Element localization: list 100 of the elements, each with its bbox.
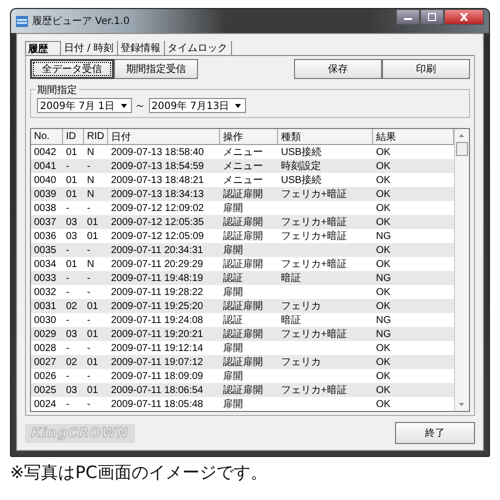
table-cell: 01 bbox=[87, 328, 98, 340]
table-cell: 暗証 bbox=[281, 273, 301, 284]
table-cell: - bbox=[87, 202, 90, 214]
table-cell: 2009-07-11 19:48:19 bbox=[111, 272, 204, 284]
table-cell: 認証扉開 bbox=[223, 231, 263, 242]
table-cell: 01 bbox=[66, 174, 78, 186]
table-cell: N bbox=[87, 174, 94, 186]
table-cell: 2009-07-11 18:06:54 bbox=[111, 384, 204, 396]
table-cell: OK bbox=[376, 174, 390, 186]
table-cell: フェリカ+暗証 bbox=[281, 189, 347, 200]
table-cell: 2009-07-11 19:12:14 bbox=[111, 342, 204, 354]
tab[interactable]: タイムロック bbox=[164, 41, 232, 55]
table-cell: 認証扉開 bbox=[223, 217, 263, 228]
table-cell: 0040 bbox=[34, 174, 56, 186]
column-header[interactable]: No. bbox=[31, 129, 63, 144]
table-cell: - bbox=[87, 370, 90, 382]
table-cell: OK bbox=[376, 258, 390, 270]
table-cell: 2009-07-13 18:34:13 bbox=[111, 188, 204, 200]
table-cell: 2009-07-11 19:07:12 bbox=[111, 356, 204, 368]
action-button[interactable]: 保存 bbox=[294, 59, 382, 79]
table-cell: フェリカ+暗証 bbox=[281, 385, 347, 396]
table-cell: - bbox=[87, 244, 90, 256]
table-cell: 扉開 bbox=[223, 287, 243, 298]
table-cell: 01 bbox=[66, 188, 78, 200]
table-cell: OK bbox=[376, 216, 390, 228]
column-header[interactable]: 日付 bbox=[108, 129, 220, 144]
column-header[interactable]: RID bbox=[84, 129, 108, 144]
table-cell: 認証扉開 bbox=[223, 189, 263, 200]
table-cell: 03 bbox=[66, 328, 78, 340]
table-cell: 01 bbox=[66, 146, 78, 158]
column-header[interactable]: 種類 bbox=[278, 129, 373, 144]
column-header[interactable]: 操作 bbox=[220, 129, 278, 144]
table-cell: USB接続 bbox=[281, 147, 322, 158]
table-cell: - bbox=[87, 286, 90, 298]
table-cell: OK bbox=[376, 160, 390, 172]
table-cell: 03 bbox=[66, 384, 78, 396]
column-header[interactable]: ID bbox=[63, 129, 84, 144]
table-cell: フェリカ+暗証 bbox=[281, 259, 347, 270]
range-separator: ～ bbox=[134, 98, 146, 113]
table-cell: NG bbox=[376, 230, 391, 242]
table-cell: 01 bbox=[87, 356, 98, 368]
table-cell: N bbox=[87, 146, 94, 158]
table-cell: フェリカ+暗証 bbox=[281, 217, 347, 228]
table-cell: N bbox=[87, 188, 94, 200]
table-cell: 01 bbox=[87, 230, 98, 242]
table-cell: 認証扉開 bbox=[223, 301, 263, 312]
table-cell: 02 bbox=[66, 300, 78, 312]
table-cell: OK bbox=[376, 370, 390, 382]
exit-button[interactable]: 終了 bbox=[395, 422, 475, 444]
table-cell: 0033 bbox=[34, 272, 56, 284]
dropdown-icon bbox=[118, 101, 129, 110]
table-cell: 認証扉開 bbox=[223, 329, 263, 340]
table-cell: 認証 bbox=[223, 315, 243, 326]
maximize-icon bbox=[427, 13, 437, 21]
table-cell: 0024 bbox=[34, 398, 56, 410]
table-cell: フェリカ+暗証 bbox=[281, 329, 347, 340]
table-cell: OK bbox=[376, 342, 390, 354]
table-cell: 時刻設定 bbox=[281, 161, 321, 172]
table-cell: 0028 bbox=[34, 342, 56, 354]
tab[interactable]: 履歴 bbox=[25, 41, 61, 55]
table-cell: 0032 bbox=[34, 286, 56, 298]
scroll-thumb[interactable] bbox=[456, 142, 468, 156]
table-cell: OK bbox=[376, 146, 390, 158]
table-cell: 01 bbox=[66, 258, 78, 270]
table-cell: 0026 bbox=[34, 370, 56, 382]
table-cell: 0038 bbox=[34, 202, 56, 214]
table-cell: - bbox=[66, 370, 70, 382]
table-cell: 2009-07-13 18:48:21 bbox=[111, 174, 204, 186]
table-cell: OK bbox=[376, 202, 390, 214]
scrollbar[interactable] bbox=[454, 129, 469, 411]
action-button[interactable]: 全データ受信 bbox=[30, 59, 114, 79]
table-cell: 2009-07-11 19:24:08 bbox=[111, 314, 204, 326]
table-cell: 0036 bbox=[34, 230, 56, 242]
table-cell: OK bbox=[376, 398, 390, 410]
table-cell: 認証扉開 bbox=[223, 385, 263, 396]
minimize-button[interactable] bbox=[396, 9, 420, 25]
tab[interactable]: 日付 / 時刻 bbox=[61, 41, 118, 55]
table-cell: 認証 bbox=[223, 273, 243, 284]
table-cell: 認証扉開 bbox=[223, 259, 263, 270]
table-cell: 2009-07-12 12:05:35 bbox=[111, 216, 204, 228]
action-button[interactable]: 印刷 bbox=[382, 59, 470, 79]
tab[interactable]: 登録情報 bbox=[118, 41, 165, 55]
table-cell: 2009-07-11 19:25:20 bbox=[111, 300, 204, 312]
table-cell: 01 bbox=[87, 216, 98, 228]
close-icon bbox=[459, 13, 469, 21]
maximize-button[interactable] bbox=[420, 9, 444, 25]
table-cell: OK bbox=[376, 244, 390, 256]
table-cell: OK bbox=[376, 384, 390, 396]
close-button[interactable] bbox=[444, 9, 484, 25]
table-cell: - bbox=[87, 342, 90, 354]
table-cell: - bbox=[66, 398, 70, 410]
date-picker[interactable]: 2009年 7月 1日 bbox=[37, 98, 132, 113]
table-cell: 0037 bbox=[34, 216, 56, 228]
table-cell: - bbox=[87, 160, 90, 172]
date-picker[interactable]: 2009年 7月13日 bbox=[148, 98, 246, 113]
table-cell: 02 bbox=[66, 356, 78, 368]
action-button[interactable]: 期間指定受信 bbox=[114, 59, 198, 79]
table-cell: 0031 bbox=[34, 300, 56, 312]
table-cell: 01 bbox=[87, 300, 98, 312]
table-cell: 2009-07-12 12:05:09 bbox=[111, 230, 204, 242]
